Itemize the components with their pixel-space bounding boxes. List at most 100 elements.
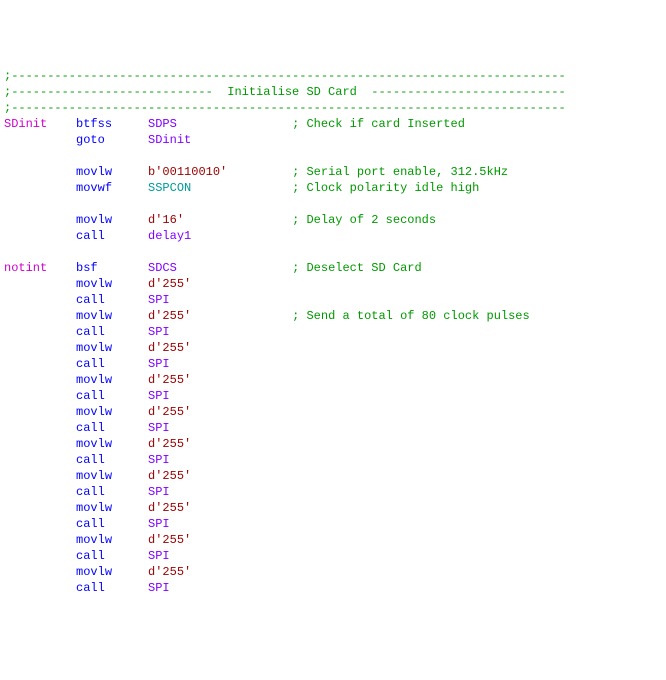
code-line: movlw d'255' ; Send a total of 80 clock … <box>4 308 662 324</box>
code-line <box>4 148 662 164</box>
label <box>4 133 76 147</box>
operand: SSPCON <box>148 181 292 195</box>
comment: ; Serial port enable, 312.5kHz <box>292 165 508 179</box>
opcode: movlw <box>76 533 148 547</box>
operand: SDCS <box>148 261 292 275</box>
opcode: movlw <box>76 309 148 323</box>
opcode: btfss <box>76 117 148 131</box>
operand: d'255' <box>148 373 292 387</box>
opcode: movlw <box>76 501 148 515</box>
comment: ; Clock polarity idle high <box>292 181 479 195</box>
code-line: goto SDinit <box>4 132 662 148</box>
comment: ; Check if card Inserted <box>292 117 465 131</box>
label <box>4 501 76 515</box>
label <box>4 373 76 387</box>
label <box>4 213 76 227</box>
opcode: movwf <box>76 181 148 195</box>
code-line: movlw d'255' <box>4 436 662 452</box>
code-block: ;---------------------------------------… <box>4 68 662 596</box>
comment: ; Deselect SD Card <box>292 261 422 275</box>
code-line: call SPI <box>4 484 662 500</box>
opcode: call <box>76 549 148 563</box>
code-line: ;---------------------------------------… <box>4 68 662 84</box>
code-line: movlw d'255' <box>4 468 662 484</box>
comment-line: ;---------------------------- Initialise… <box>4 85 566 99</box>
operand: d'255' <box>148 405 292 419</box>
opcode: call <box>76 389 148 403</box>
opcode: movlw <box>76 277 148 291</box>
label <box>4 517 76 531</box>
operand: SPI <box>148 293 292 307</box>
code-line: movwf SSPCON ; Clock polarity idle high <box>4 180 662 196</box>
operand: d'255' <box>148 565 292 579</box>
operand: SDinit <box>148 133 292 147</box>
code-line <box>4 244 662 260</box>
operand: SPI <box>148 325 292 339</box>
comment-line: ;---------------------------------------… <box>4 69 566 83</box>
label <box>4 229 76 243</box>
label <box>4 341 76 355</box>
opcode: call <box>76 517 148 531</box>
code-line: call SPI <box>4 452 662 468</box>
operand: SDPS <box>148 117 292 131</box>
opcode: movlw <box>76 469 148 483</box>
opcode: movlw <box>76 341 148 355</box>
code-line: movlw d'255' <box>4 340 662 356</box>
label <box>4 485 76 499</box>
opcode: call <box>76 357 148 371</box>
code-line: movlw d'255' <box>4 372 662 388</box>
opcode: goto <box>76 133 148 147</box>
label: notint <box>4 261 76 275</box>
label <box>4 389 76 403</box>
operand: d'255' <box>148 277 292 291</box>
opcode: call <box>76 421 148 435</box>
label <box>4 565 76 579</box>
operand: d'255' <box>148 309 292 323</box>
opcode: movlw <box>76 213 148 227</box>
label <box>4 293 76 307</box>
code-line: call delay1 <box>4 228 662 244</box>
code-line: call SPI <box>4 292 662 308</box>
code-line: movlw b'00110010' ; Serial port enable, … <box>4 164 662 180</box>
opcode: movlw <box>76 373 148 387</box>
code-line: ;---------------------------- Initialise… <box>4 84 662 100</box>
label <box>4 469 76 483</box>
opcode: call <box>76 485 148 499</box>
code-line: movlw d'255' <box>4 564 662 580</box>
code-line: movlw d'255' <box>4 404 662 420</box>
operand: d'255' <box>148 341 292 355</box>
operand: SPI <box>148 389 292 403</box>
label <box>4 325 76 339</box>
operand: SPI <box>148 581 292 595</box>
opcode: movlw <box>76 565 148 579</box>
comment-line: ;---------------------------------------… <box>4 101 566 115</box>
opcode: call <box>76 325 148 339</box>
code-line: movlw d'255' <box>4 276 662 292</box>
code-line: call SPI <box>4 516 662 532</box>
label <box>4 357 76 371</box>
opcode: movlw <box>76 405 148 419</box>
operand: delay1 <box>148 229 292 243</box>
code-line: call SPI <box>4 324 662 340</box>
code-line: call SPI <box>4 356 662 372</box>
operand: d'16' <box>148 213 292 227</box>
label <box>4 421 76 435</box>
label: SDinit <box>4 117 76 131</box>
code-line: call SPI <box>4 388 662 404</box>
label <box>4 581 76 595</box>
label <box>4 277 76 291</box>
label <box>4 437 76 451</box>
code-line: call SPI <box>4 548 662 564</box>
operand: SPI <box>148 421 292 435</box>
operand: SPI <box>148 549 292 563</box>
operand: d'255' <box>148 437 292 451</box>
operand: d'255' <box>148 533 292 547</box>
code-line: notint bsf SDCS ; Deselect SD Card <box>4 260 662 276</box>
operand: b'00110010' <box>148 165 292 179</box>
label <box>4 405 76 419</box>
opcode: call <box>76 229 148 243</box>
code-line: movlw d'255' <box>4 500 662 516</box>
opcode: movlw <box>76 165 148 179</box>
opcode: call <box>76 453 148 467</box>
code-line <box>4 196 662 212</box>
